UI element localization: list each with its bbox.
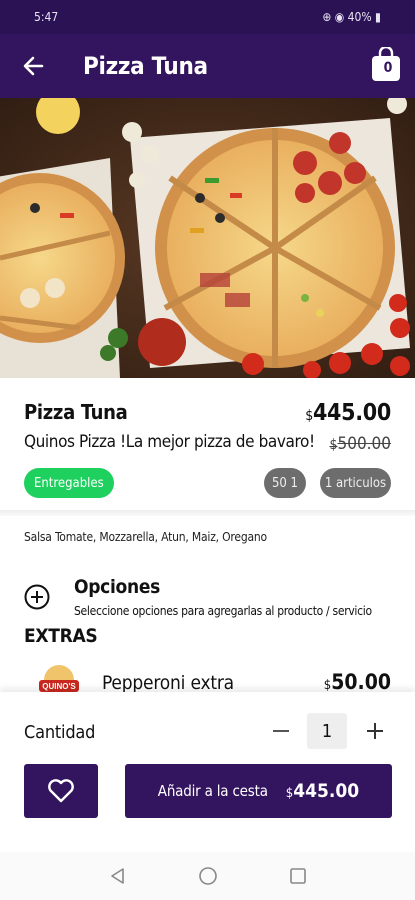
points-badge: 50 1	[264, 468, 306, 498]
options-title: Opciones	[74, 576, 161, 598]
options-subtitle: Seleccione opciones para agregarlas al p…	[74, 604, 372, 618]
nav-recents-icon[interactable]	[288, 866, 308, 886]
price-currency: $	[305, 408, 313, 424]
quinos-logo: QUINO'S	[39, 665, 79, 694]
status-bar: 5:47 ⊕ ◉ 40% ▮	[0, 0, 415, 34]
old-price-value: 500.00	[337, 434, 392, 454]
favorite-button[interactable]	[24, 764, 98, 818]
minus-icon[interactable]	[268, 718, 294, 744]
old-price-currency: $	[329, 437, 338, 453]
system-nav-bar	[0, 852, 415, 900]
plus-circle-icon[interactable]	[24, 584, 50, 610]
status-time: 5:47	[34, 10, 59, 24]
arrow-left-icon	[23, 56, 44, 76]
cart-panel: Cantidad 1 Añadir a la cesta $445.00	[0, 692, 415, 852]
add-to-cart-total: $445.00	[286, 780, 359, 802]
extras-title: EXTRAS	[24, 625, 98, 647]
page-title: Pizza Tuna	[83, 52, 208, 80]
product-old-price: $500.00	[329, 434, 391, 454]
cart-count: 0	[383, 60, 393, 76]
price-value: 445.00	[312, 400, 391, 426]
nav-home-icon[interactable]	[198, 866, 218, 886]
total-value: 445.00	[293, 780, 360, 802]
extra-name: Pepperoni extra	[102, 672, 234, 694]
delivery-badge: Entregables	[24, 468, 114, 498]
extra-price: $50.00	[324, 670, 391, 694]
product-price: $445.00	[305, 400, 391, 426]
pizza-photo	[0, 98, 415, 378]
quantity-label: Cantidad	[24, 722, 96, 743]
status-icons: ⊕ ◉ 40% ▮	[322, 10, 381, 24]
product-image	[0, 98, 415, 378]
app-bar: Pizza Tuna 0	[0, 34, 415, 98]
divider	[0, 510, 415, 516]
back-button[interactable]	[0, 34, 66, 98]
extra-item[interactable]: QUINO'S Pepperoni extra $50.00	[24, 656, 391, 694]
options-section[interactable]: Opciones Seleccione opciones para agrega…	[24, 574, 391, 624]
items-badge: 1 articulos	[320, 468, 391, 498]
plus-icon[interactable]	[362, 718, 388, 744]
ingredients-text: Salsa Tomate, Mozzarella, Atun, Maiz, Or…	[24, 530, 267, 544]
extra-price-value: 50.00	[331, 670, 391, 694]
add-to-cart-label: Añadir a la cesta	[157, 782, 268, 800]
cart-button[interactable]: 0	[369, 47, 403, 83]
product-description: Quinos Pizza !La mejor pizza de bavaro!	[24, 432, 315, 452]
add-to-cart-button[interactable]: Añadir a la cesta $445.00	[125, 764, 392, 818]
product-name: Pizza Tuna	[24, 400, 128, 424]
quinos-logo-text: QUINO'S	[42, 682, 76, 691]
heart-icon	[48, 779, 74, 803]
nav-back-icon[interactable]	[108, 866, 128, 886]
quantity-value[interactable]: 1	[307, 713, 347, 749]
